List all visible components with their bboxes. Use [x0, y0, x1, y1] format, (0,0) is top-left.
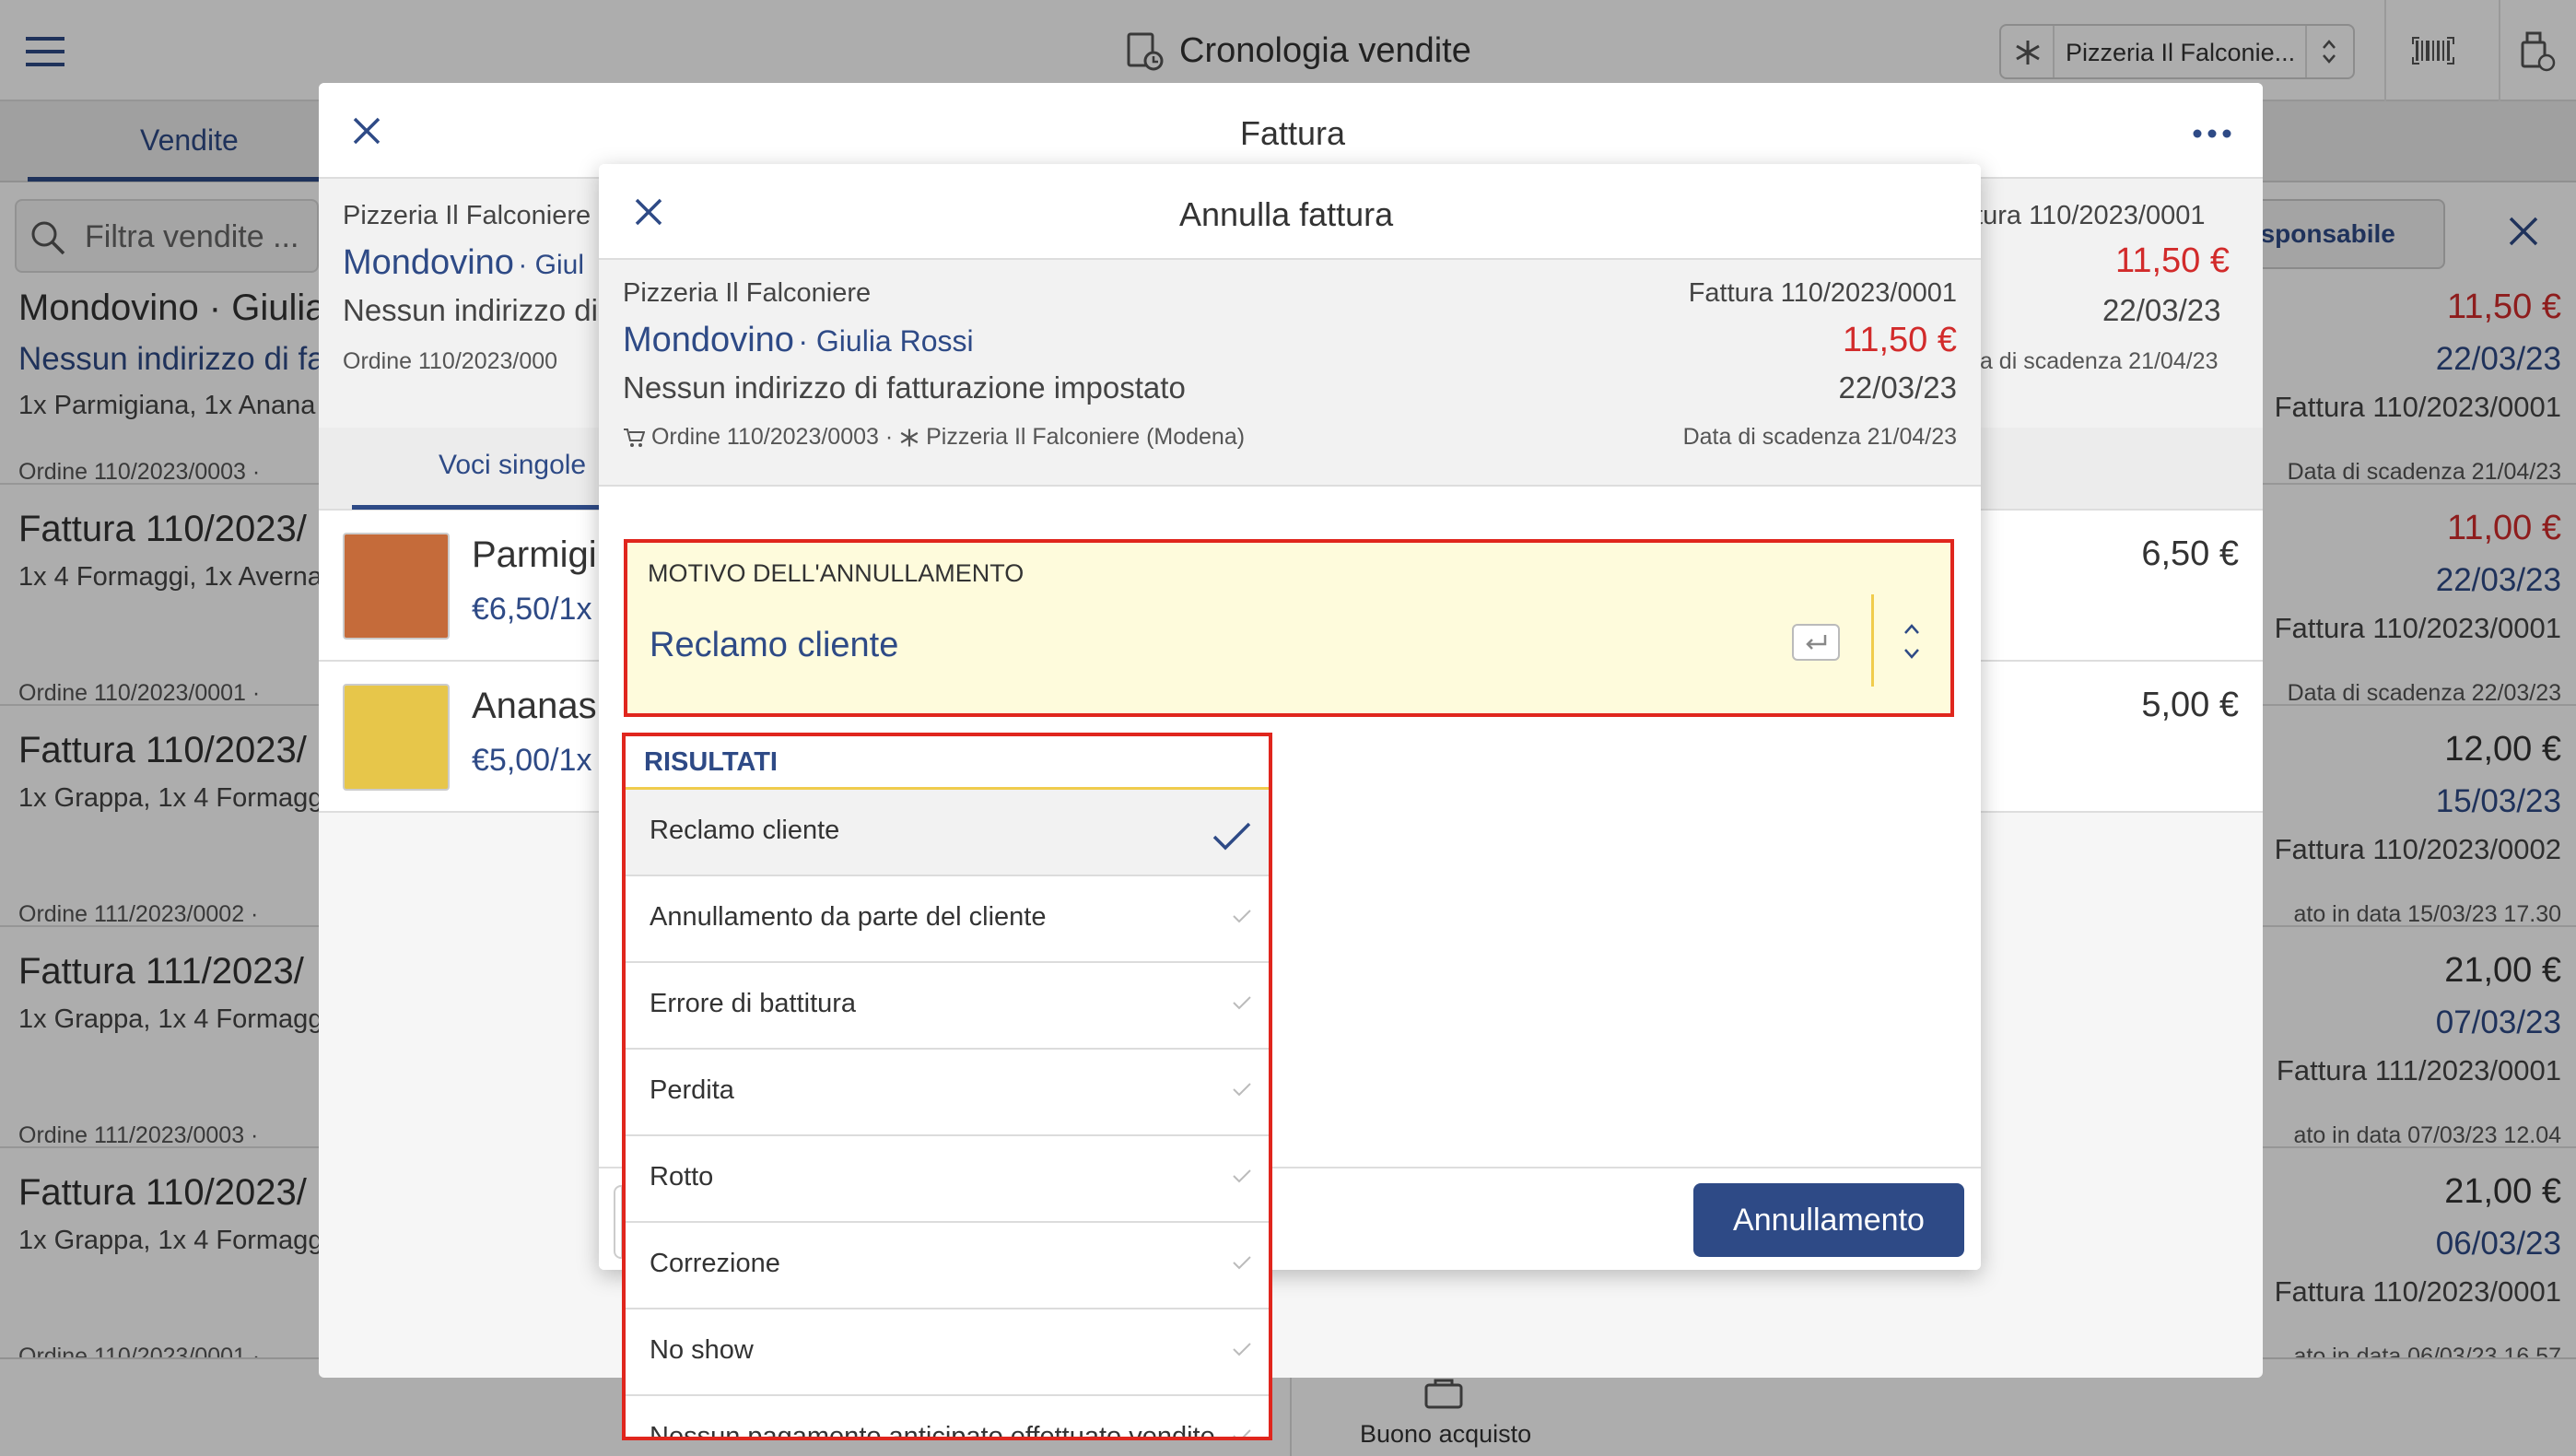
customer-name: Mondovino — [343, 243, 514, 282]
customer-name: Mondovino — [623, 321, 794, 359]
invoice-summary: Pizzeria Il Falconiere Fattura 110/2023/… — [599, 260, 1981, 487]
reason-option[interactable]: No show — [626, 1309, 1269, 1396]
checkmark-icon — [1232, 1427, 1252, 1437]
checkmark-icon — [1232, 994, 1252, 1011]
item-unit-price: €6,50/1x — [472, 592, 592, 627]
chevron-updown-icon[interactable] — [1901, 620, 1923, 663]
reason-option[interactable]: Errore di battitura — [626, 963, 1269, 1050]
reason-option[interactable]: Reclamo cliente — [626, 790, 1269, 876]
reason-option[interactable]: Perdita — [626, 1050, 1269, 1136]
option-label: Nessun pagamento anticipato effettuato v… — [650, 1422, 1215, 1440]
reason-option[interactable]: Correzione — [626, 1223, 1269, 1309]
divider — [1871, 594, 1874, 687]
item-unit-price: €5,00/1x — [472, 743, 592, 778]
customer-person: · Giulia Rossi — [798, 324, 974, 358]
checkmark-icon — [1232, 908, 1252, 924]
due-date: ta di scadenza 21/04/23 — [1973, 348, 2219, 374]
cancellation-reason-field[interactable]: MOTIVO DELL'ANNULLAMENTO Reclamo cliente — [624, 539, 1954, 717]
item-amount: 6,50 € — [2141, 534, 2239, 573]
reason-input[interactable]: Reclamo cliente — [650, 626, 898, 665]
more-options-icon[interactable] — [2193, 129, 2231, 138]
billing-address: Nessun indirizzo di fatturazione imposta… — [623, 370, 1186, 405]
billing-address: Nessun indirizzo di — [343, 293, 598, 327]
pineapple-image — [343, 684, 450, 791]
active-tab-indicator — [352, 505, 628, 510]
option-label: Rotto — [650, 1162, 714, 1192]
option-label: Annullamento da parte del cliente — [650, 902, 1047, 932]
reason-option[interactable]: Annullamento da parte del cliente — [626, 876, 1269, 963]
invoice-total: 11,50 € — [1843, 321, 1957, 359]
customer-person: · Giul — [518, 250, 585, 280]
tab-line-items[interactable]: Voci singole — [439, 450, 586, 481]
reason-label: MOTIVO DELL'ANNULLAMENTO — [648, 559, 1025, 587]
reason-option[interactable]: Rotto — [626, 1136, 1269, 1223]
invoice-total: 11,50 € — [2115, 241, 2230, 280]
order-info: Ordine 110/2023/000 — [343, 348, 558, 374]
snowflake-icon — [899, 428, 919, 448]
item-name: Ananas — [472, 686, 597, 726]
checkmark-icon — [1232, 1081, 1252, 1098]
checkmark-icon — [1232, 1168, 1252, 1184]
invoice-number: ttura 110/2023/0001 — [1968, 201, 2206, 230]
option-label: No show — [650, 1335, 754, 1365]
store-name: Pizzeria Il Falconiere — [343, 201, 591, 230]
cancel-dialog-header: Annulla fattura — [599, 164, 1981, 260]
return-key-icon[interactable] — [1792, 624, 1840, 661]
dropdown-header: RISULTATI — [626, 736, 1269, 790]
due-date: Data di scadenza 21/04/23 — [1682, 424, 1957, 450]
checkmark-icon — [1232, 1254, 1252, 1271]
close-icon[interactable] — [352, 116, 381, 146]
option-label: Correzione — [650, 1249, 780, 1278]
invoice-date: 22/03/23 — [1838, 370, 1957, 405]
item-amount: 5,00 € — [2141, 686, 2239, 724]
checkmark-icon — [1212, 821, 1252, 852]
results-heading: RISULTATI — [644, 747, 778, 777]
invoice-number: Fattura 110/2023/0001 — [1688, 278, 1957, 308]
option-label: Perdita — [650, 1075, 734, 1105]
reason-option[interactable]: Nessun pagamento anticipato effettuato v… — [626, 1396, 1269, 1440]
store-name: Pizzeria Il Falconiere — [623, 278, 872, 308]
cart-icon — [623, 428, 645, 448]
option-label: Reclamo cliente — [650, 816, 840, 845]
checkmark-icon — [1232, 1341, 1252, 1357]
invoice-modal-title: Fattura — [1240, 114, 1346, 152]
pizza-image — [343, 533, 450, 640]
store-location: Pizzeria Il Falconiere (Modena) — [926, 424, 1246, 450]
option-label: Errore di battitura — [650, 989, 857, 1018]
cancel-dialog-title: Annulla fattura — [1179, 195, 1394, 233]
item-name: Parmigi — [472, 534, 597, 575]
confirm-cancel-button[interactable]: Annullamento — [1693, 1183, 1964, 1257]
close-icon[interactable] — [634, 197, 663, 227]
invoice-date: 22/03/23 — [2102, 293, 2221, 327]
reason-dropdown: RISULTATI Reclamo cliente Annullamento da… — [622, 733, 1272, 1440]
order-info: Ordine 110/2023/0003 · — [650, 424, 900, 450]
